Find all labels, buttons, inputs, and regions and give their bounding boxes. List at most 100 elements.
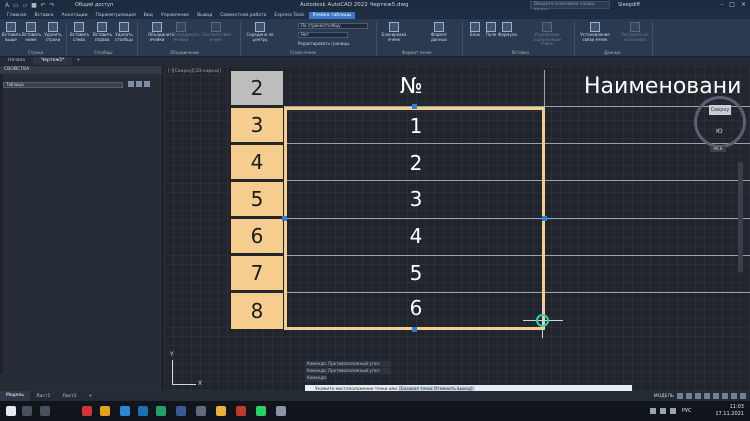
insert-below-button[interactable]: Вставить ниже — [22, 22, 41, 42]
wcs-dropdown[interactable]: МСК — [710, 146, 726, 152]
column-header-number[interactable]: № — [400, 74, 423, 99]
toggle-pickadd-icon[interactable] — [128, 81, 134, 87]
viewcube-ring[interactable] — [694, 96, 746, 148]
search-input[interactable]: Введите ключевое слово/фразу — [530, 1, 610, 13]
table-cell[interactable]: 4 — [386, 224, 446, 248]
tab-annotate[interactable]: Аннотации — [58, 12, 92, 19]
tab-home[interactable]: Главная — [3, 12, 30, 19]
whatsapp-icon[interactable] — [256, 406, 266, 416]
undo-icon[interactable]: ↶ — [40, 2, 46, 9]
edit-borders-button[interactable]: Редактировать границы — [298, 41, 349, 46]
cell-color-dropdown[interactable]: Нет — [298, 32, 348, 38]
grip-handle[interactable] — [542, 216, 547, 221]
customize-icon[interactable] — [740, 393, 746, 399]
app-icon[interactable] — [120, 406, 130, 416]
table-cell[interactable]: 5 — [386, 261, 446, 285]
tab-parametric[interactable]: Параметризация — [92, 12, 140, 19]
tab-drawing[interactable]: Чертеж5* — [33, 57, 73, 65]
viewcube-top-face[interactable]: Сверху — [709, 105, 731, 115]
maximize-icon[interactable]: □ — [729, 1, 735, 8]
redo-icon[interactable]: ↷ — [49, 2, 55, 9]
table-cell[interactable]: 1 — [386, 114, 446, 138]
viewport-controls[interactable]: [-][Сверху][2D-каркас] — [168, 69, 221, 74]
minimize-icon[interactable]: – — [720, 1, 723, 8]
search-icon[interactable] — [22, 406, 32, 416]
tab-view[interactable]: Вид — [140, 12, 157, 19]
viewcube-south-label[interactable]: Ю — [716, 128, 722, 135]
user-account[interactable]: Sleepdiff — [618, 2, 640, 8]
row-header[interactable]: 2 — [230, 70, 284, 106]
app-icon[interactable] — [176, 406, 186, 416]
middle-center-button[interactable]: Середина по центру — [246, 22, 274, 42]
quick-select-icon[interactable] — [144, 81, 150, 87]
palette-side-strip[interactable] — [0, 74, 3, 374]
delete-columns-button[interactable]: Удалить столбцы — [115, 22, 133, 42]
file-explorer-icon[interactable] — [100, 406, 110, 416]
navigation-bar[interactable] — [738, 162, 743, 272]
grid-icon[interactable] — [677, 393, 683, 399]
table-cell[interactable]: 3 — [386, 187, 446, 211]
new-tab-icon[interactable]: + — [72, 57, 84, 65]
insert-right-button[interactable]: Вставить справа — [93, 22, 112, 42]
tab-insert[interactable]: Вставка — [30, 12, 57, 19]
model-space-toggle[interactable]: МОДЕЛЬ — [654, 394, 674, 399]
row-header[interactable]: 6 — [230, 218, 284, 254]
insert-left-button[interactable]: Вставить слева — [70, 22, 89, 42]
battery-icon[interactable] — [670, 408, 676, 414]
add-layout-icon[interactable]: + — [83, 394, 99, 399]
tab-output[interactable]: Вывод — [193, 12, 216, 19]
drawing-area[interactable]: [-][Сверху][2D-каркас] 2 3 4 5 6 7 8 № Н… — [164, 66, 750, 391]
formula-button[interactable]: Формула — [498, 22, 517, 38]
open-file-icon[interactable]: ▱ — [22, 2, 28, 9]
chrome-icon[interactable] — [216, 406, 226, 416]
manage-cell-contents-button[interactable]: Управление содержимым ячеек — [530, 22, 564, 47]
app-menu-icon[interactable]: A — [4, 2, 10, 9]
windows-start-icon[interactable] — [6, 406, 16, 416]
tab-manage[interactable]: Управление — [157, 12, 193, 19]
autocad-icon[interactable] — [236, 406, 246, 416]
app-icon[interactable] — [196, 406, 206, 416]
table-cell[interactable]: 2 — [386, 151, 446, 175]
row-header[interactable]: 4 — [230, 144, 284, 180]
download-from-source-button[interactable]: Загрузить из источника — [620, 22, 650, 42]
table-cell[interactable]: 6 — [386, 296, 446, 320]
clock[interactable]: 11:03 17.11.2021 — [715, 404, 744, 418]
annotation-scale-icon[interactable] — [722, 393, 728, 399]
object-type-dropdown[interactable]: Таблица — [3, 82, 123, 88]
workspace-icon[interactable] — [731, 393, 737, 399]
grip-handle[interactable] — [412, 327, 417, 332]
row-header[interactable]: 7 — [230, 255, 284, 291]
polar-icon[interactable] — [704, 393, 710, 399]
grip-handle[interactable] — [282, 216, 287, 221]
close-icon[interactable]: × — [741, 1, 746, 8]
osnap-icon[interactable] — [713, 393, 719, 399]
tab-collaborate[interactable]: Совместная работа — [216, 12, 270, 19]
tab-layout2[interactable]: Лист2 — [56, 394, 82, 399]
cell-locking-button[interactable]: Блокировка ячеек — [380, 22, 408, 42]
row-header[interactable]: 3 — [230, 107, 284, 143]
row-header[interactable]: 5 — [230, 181, 284, 217]
excel-icon[interactable] — [156, 406, 166, 416]
match-cell-button[interactable]: Соответствие ячеек — [202, 22, 231, 42]
link-cell-button[interactable]: Установление связи ячеек — [578, 22, 612, 42]
data-format-button[interactable]: Формат данных — [425, 22, 453, 42]
save-icon[interactable]: ■ — [31, 2, 37, 9]
cell-style-dropdown[interactable]: По строке/столбцу — [298, 23, 368, 29]
ortho-icon[interactable] — [695, 393, 701, 399]
task-view-icon[interactable] — [40, 406, 50, 416]
word-icon[interactable] — [138, 406, 148, 416]
insert-above-button[interactable]: Вставить выше — [2, 22, 21, 42]
tab-layout1[interactable]: Лист1 — [30, 394, 56, 399]
language-indicator[interactable]: РУС — [682, 408, 692, 414]
tab-start[interactable]: Начало — [0, 57, 33, 65]
tab-table-cell[interactable]: Ячейка таблицы — [308, 12, 356, 19]
merge-cells-button[interactable]: Объединить ячейки — [148, 22, 174, 42]
grip-handle[interactable] — [412, 104, 417, 109]
unmerge-cells-button[interactable]: Разъединить ячейки — [172, 22, 200, 42]
new-file-icon[interactable]: ▭ — [13, 2, 19, 9]
share-button[interactable]: Общий доступ — [75, 2, 113, 8]
tab-express-tools[interactable]: Express Tools — [270, 12, 308, 19]
select-objects-icon[interactable] — [136, 81, 142, 87]
app-icon[interactable] — [82, 406, 92, 416]
row-header[interactable]: 8 — [230, 292, 284, 330]
